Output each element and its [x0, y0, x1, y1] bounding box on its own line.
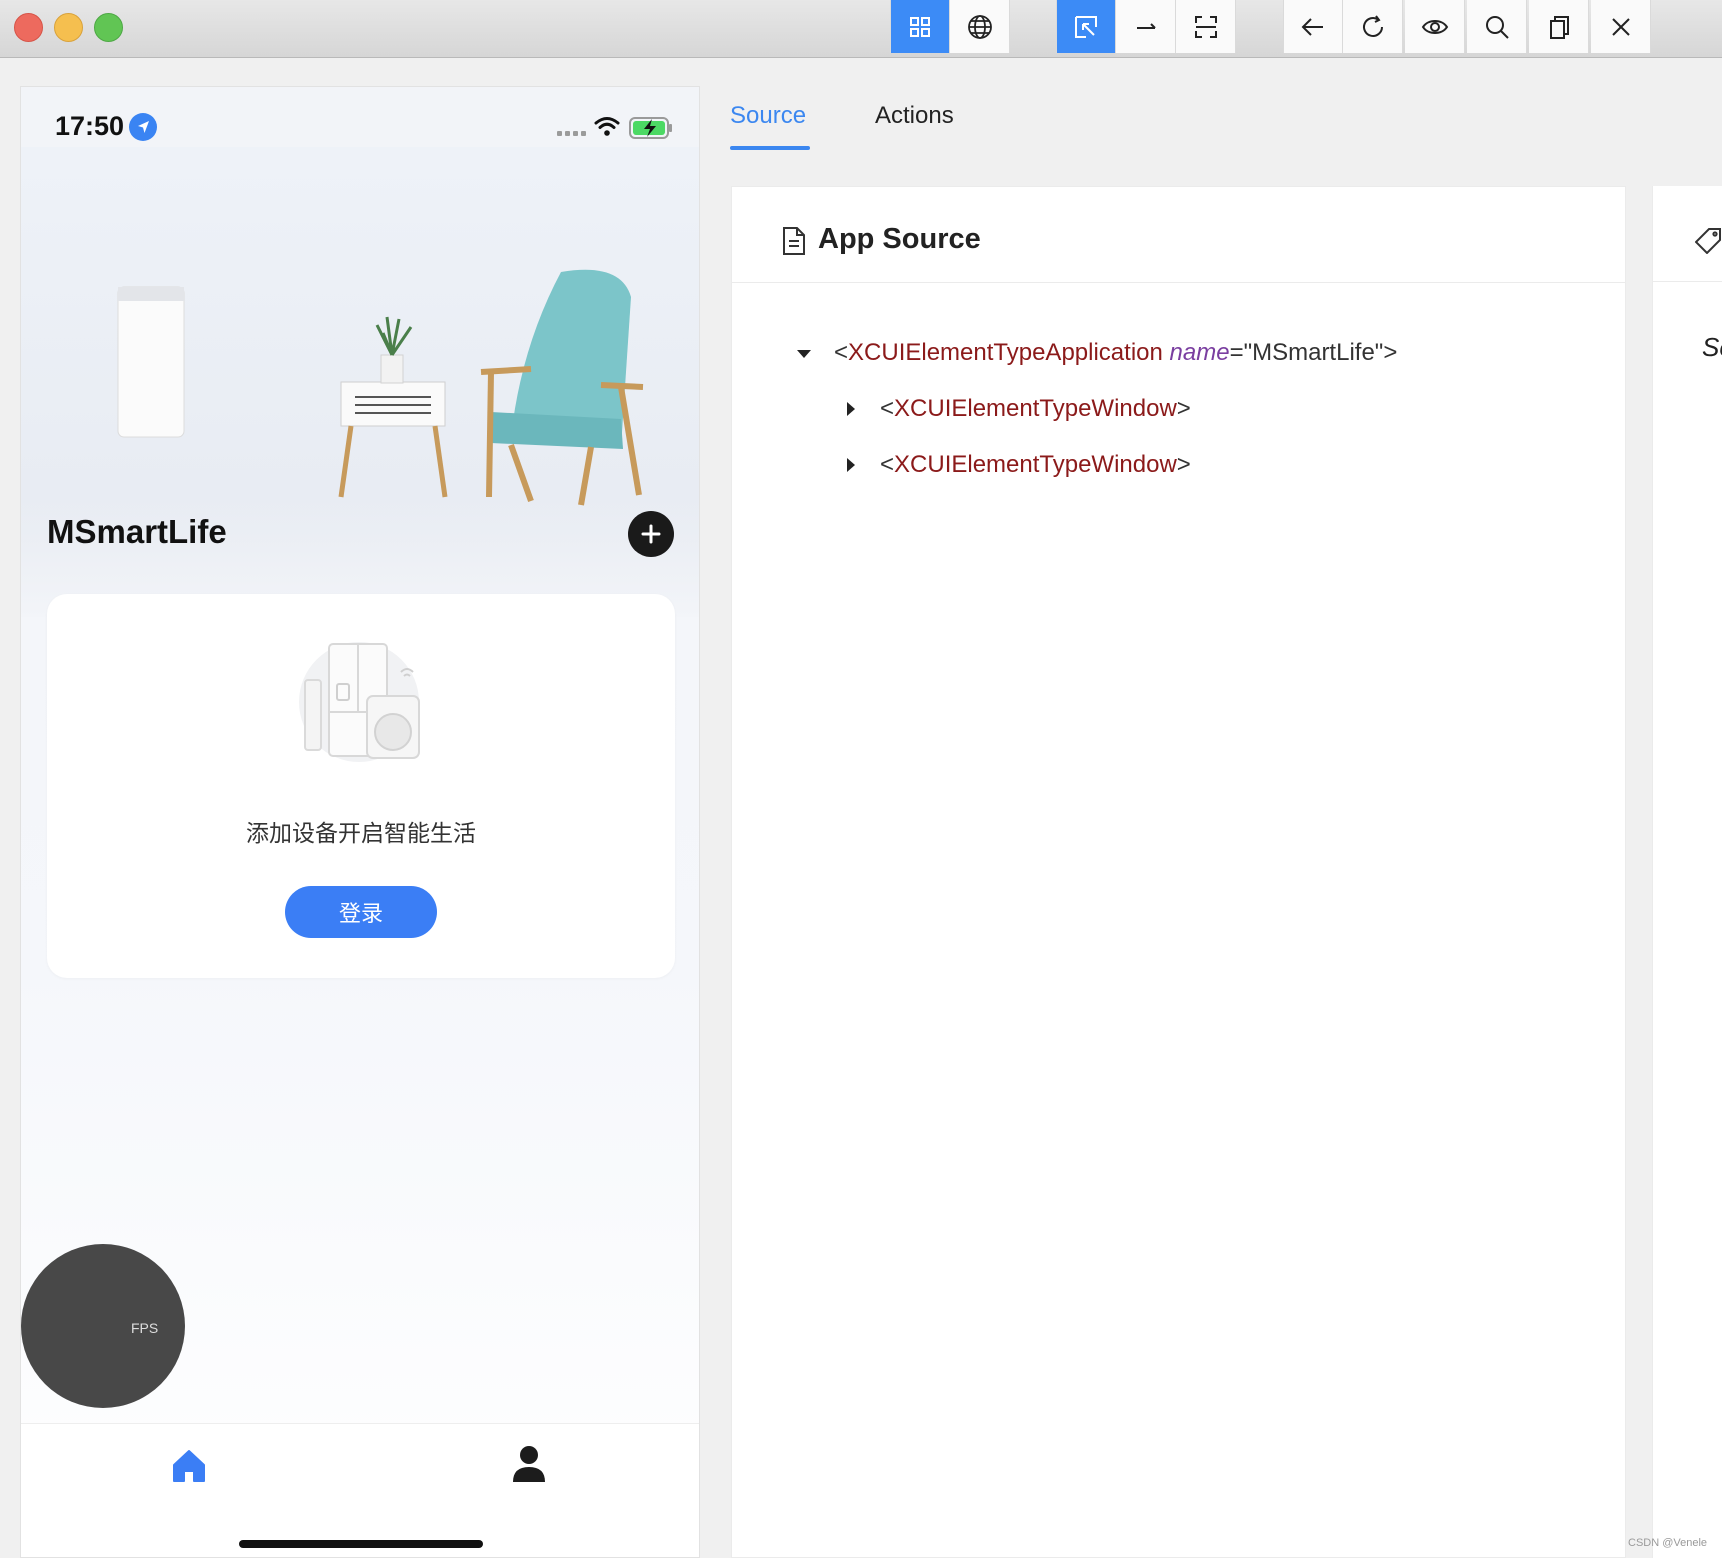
home-icon: [173, 1450, 205, 1482]
minimize-window-button[interactable]: [54, 13, 83, 42]
tab-source[interactable]: Source: [730, 102, 806, 130]
user-icon: [513, 1446, 545, 1482]
app-source-panel: App Source <XCUIElementTypeApplication n…: [731, 186, 1626, 1558]
device-screenshot[interactable]: 17:50 MSmartLife 添加设备开启智能生活 登录 FPS: [20, 86, 700, 1558]
arrow-left-icon: [1301, 17, 1323, 36]
home-indicator: [239, 1540, 483, 1548]
empty-state-text: 添加设备开启智能生活: [246, 820, 476, 846]
tree-node-window[interactable]: <XCUIElementTypeWindow>: [846, 451, 1191, 479]
location-arrow-icon: [129, 113, 157, 141]
tree-node-window[interactable]: <XCUIElementTypeWindow>: [846, 395, 1191, 423]
grid-view-button[interactable]: [890, 0, 950, 53]
maximize-window-button[interactable]: [94, 13, 123, 42]
caret-right-icon[interactable]: [846, 401, 856, 417]
refresh-button[interactable]: [1343, 0, 1403, 53]
tab-home[interactable]: [171, 1448, 207, 1489]
tag-name: XCUIElementTypeWindow: [894, 451, 1177, 478]
fps-label: FPS: [131, 1320, 159, 1336]
app-title: MSmartLife: [47, 513, 227, 550]
close-icon: [1611, 17, 1630, 36]
panel-divider: [1653, 281, 1722, 282]
globe-icon: [967, 14, 992, 39]
tag-name: XCUIElementTypeApplication: [848, 339, 1163, 366]
search-button[interactable]: [1467, 0, 1527, 53]
select-cursor-icon: [1075, 15, 1097, 38]
select-element-button[interactable]: [1056, 0, 1116, 53]
eye-icon: [1421, 19, 1448, 34]
arrow-right-icon: [1136, 22, 1156, 29]
panel-header: App Source: [732, 187, 1625, 283]
caret-right-icon[interactable]: [846, 457, 856, 473]
wifi-icon: [593, 115, 621, 142]
search-icon: [1485, 15, 1509, 39]
web-view-button[interactable]: [950, 0, 1010, 53]
window-titlebar: [0, 0, 1722, 58]
close-window-button[interactable]: [14, 13, 43, 42]
fps-monitor-bubble[interactable]: FPS: [21, 1244, 185, 1408]
refresh-icon: [1362, 14, 1383, 37]
watermark: CSDN @Venele: [1628, 1537, 1708, 1549]
tap-coordinates-button[interactable]: [1176, 0, 1236, 53]
document-icon: [783, 227, 805, 255]
panel-title: App Source: [818, 223, 981, 255]
attribute-value: "MSmartLife": [1243, 339, 1384, 366]
active-tab-indicator: [730, 146, 810, 150]
side-panel-text: Se: [1702, 332, 1722, 362]
scan-frame-icon: [1194, 15, 1217, 38]
caret-down-icon[interactable]: [796, 349, 812, 359]
cellular-signal-icon: [557, 131, 586, 136]
add-device-button[interactable]: [628, 511, 674, 557]
plus-icon: [641, 524, 661, 544]
tag-name: XCUIElementTypeWindow: [894, 395, 1177, 422]
attribute-name: name: [1169, 339, 1230, 366]
tag-icon: [1695, 228, 1721, 254]
swipe-button[interactable]: [1116, 0, 1176, 53]
copy-button[interactable]: [1529, 0, 1589, 53]
empty-state-card: 添加设备开启智能生活 登录: [47, 594, 675, 978]
selected-element-panel: Se: [1652, 186, 1722, 1558]
tree-node-application[interactable]: <XCUIElementTypeApplication name="MSmart…: [796, 339, 1397, 367]
bottom-tab-bar: [21, 1423, 699, 1557]
status-bar-time: 17:50: [55, 111, 125, 141]
tab-actions[interactable]: Actions: [875, 102, 954, 130]
copy-icon: [1549, 15, 1569, 39]
login-button[interactable]: 登录: [285, 886, 437, 938]
battery-charging-icon: [629, 117, 673, 144]
back-button[interactable]: [1283, 0, 1343, 53]
grid-icon: [910, 16, 930, 37]
appliances-illustration: [299, 642, 420, 762]
tab-profile[interactable]: [511, 1444, 547, 1489]
quit-session-button[interactable]: [1591, 0, 1651, 53]
toggle-visibility-button[interactable]: [1405, 0, 1465, 53]
